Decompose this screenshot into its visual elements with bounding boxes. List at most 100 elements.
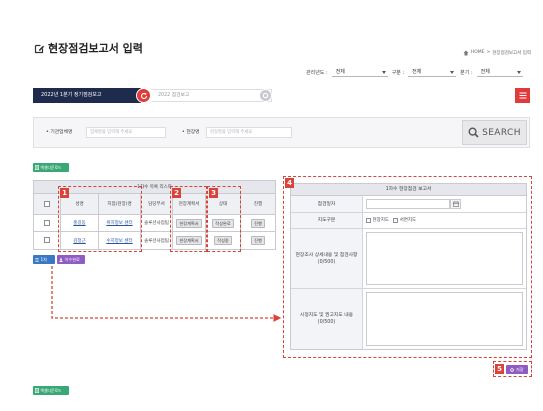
guidance-label-text: 지도구분 — [317, 218, 336, 223]
name-link[interactable]: 홍길동 — [73, 221, 85, 226]
guidance-onsite-radio[interactable] — [366, 217, 371, 223]
breadcrumb-separator: > — [486, 50, 491, 55]
select-all-checkbox[interactable] — [44, 200, 50, 207]
edit-icon — [34, 44, 45, 54]
table-row: 홍길동 위치정보 센터 솔루션사업팀 현장계획서 작성완료 진행 — [33, 214, 277, 232]
name-link[interactable]: 김정근 — [73, 239, 85, 244]
quarter-select[interactable]: 전체 — [476, 67, 523, 77]
round-button[interactable]: 1차 — [33, 255, 55, 264]
guidance-written-radio[interactable] — [393, 217, 399, 223]
list-table: 1차수 목록 리스트 성명 지점(현장)명 담당부서 현장계획서 상태 진행 홍… — [32, 180, 277, 250]
action-button[interactable]: 진행 — [251, 218, 265, 228]
actions-label: 시정지도 및 권고지도 내용 (0/500) — [291, 289, 363, 349]
date-value-cell — [363, 196, 526, 212]
calendar-button[interactable] — [450, 199, 461, 209]
action-cell: 진행 — [239, 231, 277, 250]
action-button[interactable]: 진행 — [251, 236, 265, 245]
type-select[interactable]: 전체 — [408, 67, 457, 77]
excel-download-button[interactable]: 엑셀다운로드 — [33, 163, 69, 172]
excel-icon — [35, 388, 39, 393]
column-header-department: 담당부서 — [140, 193, 173, 215]
complete-button[interactable]: 이수완료 — [57, 255, 85, 264]
guidance-radio-group: 현장지도 서면지도 — [366, 217, 416, 223]
search-icon — [468, 127, 479, 138]
column-header-site: 지점(현장)명 — [98, 193, 141, 215]
actions-textarea[interactable] — [366, 292, 523, 346]
breadcrumb-home[interactable]: HOME — [471, 50, 485, 55]
findings-row: 현장조사 상세내용 및 점검사항 (0/500) — [291, 229, 526, 289]
findings-value-cell — [363, 229, 526, 288]
report-name-field[interactable]: 2022 점검보고 — [152, 89, 272, 102]
search-button[interactable]: SEARCH — [462, 120, 527, 145]
plan-cell: 현장계획서 — [172, 214, 206, 232]
user-icon — [59, 257, 63, 262]
actions-label-text: 시정지도 및 권고지도 내용 — [299, 313, 354, 318]
home-icon[interactable] — [463, 50, 469, 56]
guidance-row: 지도구분 현장지도 서면지도 — [291, 213, 526, 229]
page: 현장점검보고서 입력 HOME > 현장점검보고서 입력 관리년도 : 전체 구… — [0, 0, 543, 411]
excel-download-button-bottom[interactable]: 엑셀다운로드 — [33, 386, 69, 395]
status-cell: 작성중 — [205, 231, 241, 250]
annotation-marker-4: 4 — [285, 178, 294, 188]
actions-counter: (0/500) — [317, 320, 336, 325]
quarter-label: 분기 : — [460, 69, 473, 76]
report-panel-title: 1차수 현장점검 보고서 — [291, 184, 526, 196]
actions-row: 시정지도 및 권고지도 내용 (0/500) — [291, 289, 526, 349]
round-button-label: 1차 — [40, 256, 48, 262]
date-label: 점검일자 — [291, 196, 363, 212]
status-button[interactable]: 작성중 — [214, 236, 232, 245]
reset-button[interactable] — [259, 89, 272, 102]
name-cell: 김정근 — [60, 231, 99, 250]
report-panel: 1차수 현장점검 보고서 점검일자 지도구분 현장지도 서면지도 현장조사 상세… — [290, 183, 527, 350]
search-panel: • 기관업체명 • 현장명 SEARCH — [33, 117, 530, 148]
action-cell: 진행 — [239, 214, 277, 232]
menu-button[interactable] — [515, 88, 530, 103]
year-select[interactable]: 전체 — [331, 67, 388, 77]
row-select-cell — [33, 214, 61, 232]
guidance-value-cell: 현장지도 서면지도 — [363, 213, 526, 228]
status-button[interactable]: 작성완료 — [212, 218, 234, 228]
findings-textarea[interactable] — [366, 232, 523, 285]
excel-download-label: 엑셀다운로드 — [40, 164, 62, 170]
findings-label-text: 현장조사 상세내용 및 점검사항 — [295, 252, 358, 258]
type-select-value: 전체 — [412, 69, 422, 75]
guidance-option-written[interactable]: 서면지도 — [393, 217, 416, 223]
site-link[interactable]: 위치정보 센터 — [106, 221, 132, 226]
plan-button[interactable]: 현장계획서 — [176, 218, 202, 228]
save-button[interactable]: 저장 — [506, 365, 528, 374]
guidance-label: 지도구분 — [291, 213, 363, 228]
filter-row: 관리년도 : 전체 구분 : 전체 분기 : 전체 — [306, 66, 531, 78]
row-checkbox[interactable] — [44, 237, 50, 244]
department-cell: 솔루션사업팀 — [140, 231, 173, 250]
annotation-marker-1: 1 — [60, 188, 69, 198]
inspection-date-input[interactable] — [366, 199, 450, 209]
refresh-button[interactable] — [136, 88, 151, 103]
search-button-label: SEARCH — [482, 127, 521, 138]
guidance-option-onsite[interactable]: 현장지도 — [366, 217, 389, 223]
site-name-label: • 현장명 — [182, 130, 200, 135]
list-table-title: 1차수 목록 리스트 — [32, 180, 277, 194]
type-label: 구분 : — [391, 69, 405, 76]
annotation-marker-3: 3 — [209, 188, 218, 198]
selected-report-tab[interactable]: 2022년 1분기 정기점검보고 — [33, 88, 141, 103]
excel-icon — [35, 165, 39, 170]
site-name-input[interactable] — [206, 127, 292, 138]
plan-cell: 현장계획서 — [172, 231, 206, 250]
row-select-cell — [33, 231, 61, 250]
row-checkbox[interactable] — [44, 219, 50, 226]
table-row: 김정근 수지정보 센터 솔루션사업팀 현장계획서 작성중 진행 — [33, 231, 277, 250]
department-cell: 솔루션사업팀 — [140, 214, 173, 232]
report-bar: 2022년 1분기 정기점검보고 2022 점검보고 — [33, 88, 530, 103]
date-label-text: 점검일자 — [317, 201, 336, 207]
save-button-label: 저장 — [515, 366, 524, 372]
plan-button[interactable]: 현장계획서 — [176, 236, 202, 245]
chevron-down-icon — [450, 71, 455, 74]
company-name-label: • 기관업체명 — [46, 130, 73, 135]
site-cell: 수지정보 센터 — [98, 231, 141, 250]
company-name-input[interactable] — [86, 127, 166, 138]
findings-label: 현장조사 상세내용 및 점검사항 (0/500) — [291, 229, 363, 288]
chevron-down-icon — [381, 71, 386, 74]
reset-icon — [262, 92, 269, 99]
findings-counter: (0/500) — [317, 259, 336, 265]
site-link[interactable]: 수지정보 센터 — [106, 239, 132, 244]
